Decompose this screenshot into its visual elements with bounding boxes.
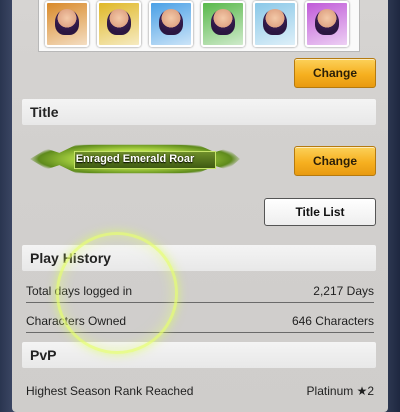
- stat-label: Characters Owned: [26, 314, 127, 328]
- character-card[interactable]: [253, 1, 297, 47]
- character-portrait-icon: [107, 9, 131, 35]
- section-pvp-heading: PvP: [22, 342, 376, 368]
- stat-value: 646 Characters: [291, 314, 374, 328]
- character-card[interactable]: [305, 1, 349, 47]
- stat-label: Highest Season Rank Reached: [26, 384, 194, 398]
- section-play-history-heading: Play History: [22, 245, 376, 271]
- stat-row-highest-rank: Highest Season Rank Reached Platinum ★2: [26, 380, 374, 402]
- section-heading-text: PvP: [30, 347, 57, 363]
- stat-row-characters-owned: Characters Owned 646 Characters: [26, 310, 374, 333]
- title-badge: Enraged Emerald Roar: [30, 142, 240, 176]
- section-heading-text: Title: [30, 104, 59, 120]
- stat-value: Platinum ★2: [306, 384, 374, 398]
- character-portrait-icon: [263, 9, 287, 35]
- character-card[interactable]: [45, 1, 89, 47]
- character-portrait-icon: [55, 9, 79, 35]
- character-card[interactable]: [201, 1, 245, 47]
- character-card[interactable]: [97, 1, 141, 47]
- change-title-button[interactable]: Change: [294, 146, 376, 176]
- stat-row-days-logged: Total days logged in 2,217 Days: [26, 280, 374, 303]
- stat-value: 2,217 Days: [313, 284, 374, 298]
- title-list-button[interactable]: Title List: [264, 198, 376, 226]
- character-portrait-icon: [211, 9, 235, 35]
- badge-text: Enraged Emerald Roar: [75, 153, 195, 165]
- change-characters-button[interactable]: Change: [294, 58, 376, 88]
- stat-label: Total days logged in: [26, 284, 133, 298]
- character-portrait-icon: [159, 9, 183, 35]
- section-heading-text: Play History: [30, 250, 111, 266]
- character-strip: [38, 0, 360, 52]
- character-card[interactable]: [149, 1, 193, 47]
- section-title-heading: Title: [22, 99, 376, 125]
- character-portrait-icon: [315, 9, 339, 35]
